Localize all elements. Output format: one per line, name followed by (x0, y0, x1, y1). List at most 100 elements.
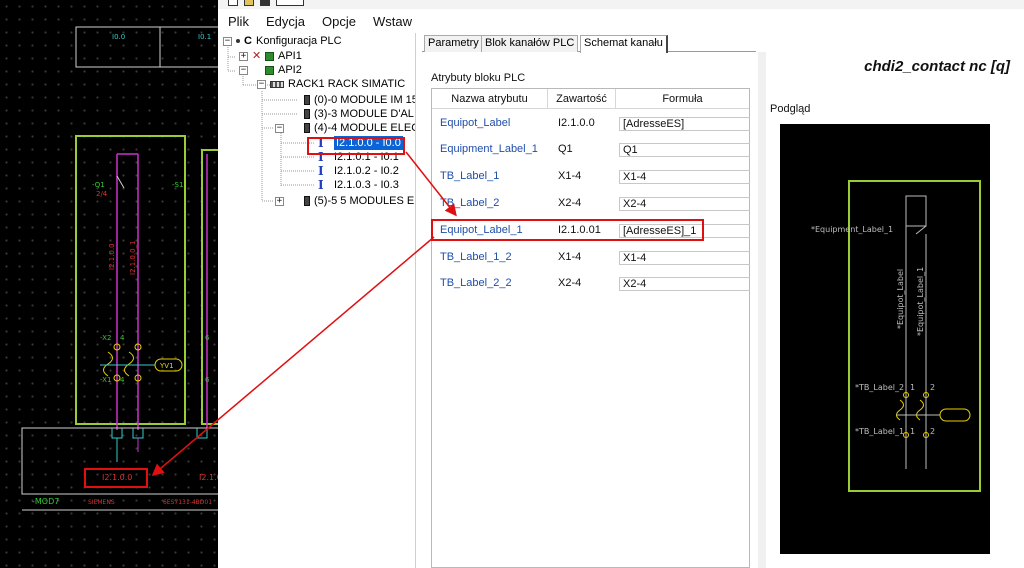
attribute-value: Q1 (558, 143, 573, 155)
tree-module-label: (4)-4 MODULE ELEC (314, 122, 416, 134)
cad-address-2: I2.1.0.1 (199, 473, 218, 482)
tree-module-label: (3)-3 MODULE D'AL (314, 108, 414, 120)
table-row[interactable]: TB_Label_1_2 X1-4 X1-4 (432, 245, 750, 269)
preview-bridge-1 (896, 399, 904, 421)
preview-tb1-label: *TB_Label_1 (855, 427, 904, 436)
collapse-icon[interactable]: − (223, 36, 232, 46)
cad-green-frame (75, 135, 186, 425)
module-icon (304, 123, 310, 133)
symbol-panel: chdi2_contact nc [q] Podgląd *Equipment_… (758, 52, 1024, 568)
attribute-formula-field[interactable]: [AdresseES] (619, 117, 750, 131)
table-row[interactable]: TB_Label_2 X2-4 X2-4 (432, 191, 750, 215)
attributes-table[interactable]: Nazwa atrybutu Zawartość Formuła Equipot… (431, 88, 750, 568)
attribute-value: I2.1.0.0 (558, 117, 595, 129)
tree-item-module-0[interactable]: (0)-0 MODULE IM 15 (304, 93, 416, 107)
new-file-icon[interactable] (228, 0, 238, 6)
expand-icon[interactable]: + (275, 196, 284, 206)
tab-schemat-kanalu[interactable]: Schemat kanału (580, 35, 668, 53)
preview-ellipse (939, 408, 971, 422)
tree-item-channel-1[interactable]: I I2.1.0.1 - I0.1 (318, 150, 399, 164)
attribute-value: I2.1.0.01 (558, 224, 601, 236)
table-row[interactable]: TB_Label_2_2 X2-4 X2-4 (432, 271, 750, 295)
tree-item-api1[interactable]: + ✕ API1 (239, 49, 302, 63)
cad-address: I2.1.0.0 (102, 473, 132, 482)
tree-item-channel-0[interactable]: I I2.1.0.0 - I0.0 (318, 136, 403, 150)
api-icon (265, 51, 274, 61)
toolbar-field-icon[interactable] (276, 0, 304, 6)
table-row[interactable]: Equipot_Label I2.1.0.0 [AdresseES] (432, 111, 750, 135)
cad-canvas[interactable]: I0.0 I0.1 -Q1 2/4 -S1 I2.1.0.0 I2.1.0.0_… (0, 0, 218, 568)
cad-x1-label: -X1 (100, 376, 111, 384)
preview-drawing: *Equipment_Label_1 *Equipot_Label *Equip… (811, 180, 981, 492)
table-row[interactable]: TB_Label_1 X1-4 X1-4 (432, 164, 750, 188)
cad-contact (116, 175, 125, 189)
column-header-value[interactable]: Zawartość (548, 89, 616, 109)
table-row[interactable]: Equipot_Label_1 I2.1.0.01 [AdresseES]_1 (432, 218, 750, 242)
attribute-name: Equipot_Label (440, 117, 511, 129)
menu-plik[interactable]: Plik (228, 14, 249, 29)
tree-module-label: (5)-5 5 MODULES E (314, 195, 415, 207)
tab-parametry[interactable]: Parametry (424, 35, 483, 52)
attribute-value: X1-4 (558, 170, 582, 182)
tree-module-label: (0)-0 MODULE IM 15 (314, 94, 416, 106)
collapse-icon[interactable]: − (257, 79, 266, 89)
preview-equipot-label: *Equipot_Label (896, 269, 905, 329)
api-icon (265, 65, 274, 75)
column-header-name[interactable]: Nazwa atrybutu (432, 89, 548, 109)
preview-node-1b: 1 (910, 427, 915, 436)
tree-item-module-5[interactable]: + (5)-5 5 MODULES E (275, 194, 414, 208)
tree-dot-icon (236, 39, 240, 43)
attribute-formula-field[interactable]: X2-4 (619, 277, 750, 291)
attributes-group-label: Atrybuty bloku PLC (431, 72, 526, 84)
cad-x1b-pin: 6 (205, 376, 210, 384)
save-icon[interactable] (260, 0, 270, 6)
module-icon (304, 95, 310, 105)
tree-root-label: Konfiguracja PLC (256, 35, 342, 47)
expand-icon[interactable]: + (239, 51, 248, 61)
tree-rack-label: RACK1 RACK SIMATIC (288, 78, 406, 90)
column-header-formula[interactable]: Formuła (616, 89, 749, 109)
collapse-icon[interactable]: − (239, 65, 248, 75)
tree-item-api2[interactable]: − API2 (239, 63, 302, 77)
plc-tree[interactable]: − C Konfiguracja PLC + ✕ API1 − API2 − R… (218, 33, 416, 568)
cad-q1-num: 2/4 (96, 190, 108, 198)
attribute-formula-field[interactable]: X2-4 (619, 197, 750, 211)
cad-header-right: I0.1 (198, 33, 211, 41)
cad-vendor: SIEMENS (88, 499, 115, 506)
disabled-x-icon: ✕ (252, 50, 262, 62)
tree-item-channel-3[interactable]: I I2.1.0.3 - I0.3 (318, 178, 399, 192)
attribute-formula-field[interactable]: Q1 (619, 143, 750, 157)
tree-item-module-4[interactable]: − (4)-4 MODULE ELEC (275, 121, 416, 135)
tree-item-rack[interactable]: − RACK1 RACK SIMATIC (257, 77, 405, 91)
tab-blok-kanalow[interactable]: Blok kanałów PLC (481, 35, 579, 52)
table-row[interactable]: Equipment_Label_1 Q1 Q1 (432, 137, 750, 161)
attribute-formula-field[interactable]: [AdresseES]_1 (619, 224, 750, 238)
menu-edycja[interactable]: Edycja (266, 14, 305, 29)
cad-mod-label: -MOD7 (32, 497, 59, 506)
open-folder-icon[interactable] (244, 0, 254, 6)
collapse-icon[interactable]: − (275, 123, 284, 133)
tree-channel-label: I2.1.0.3 - I0.3 (334, 179, 399, 191)
attribute-name: TB_Label_2 (440, 197, 500, 209)
attribute-value: X1-4 (558, 251, 582, 263)
attribute-formula-field[interactable]: X1-4 (619, 251, 750, 265)
cad-wire-number-2: I2.1.0.0_1 (129, 240, 137, 275)
cad-wire-number-1: I2.1.0.0 (108, 243, 116, 270)
attribute-formula-field[interactable]: X1-4 (619, 170, 750, 184)
attribute-name: TB_Label_2_2 (440, 277, 512, 289)
attribute-value: X2-4 (558, 277, 582, 289)
cad-bridge-1 (103, 351, 113, 377)
cad-x2-pin: 4 (120, 334, 125, 342)
digital-input-icon: I (318, 178, 324, 192)
tree-channel-label: I2.1.0.2 - I0.2 (334, 165, 399, 177)
cad-drawing: I0.0 I0.1 -Q1 2/4 -S1 I2.1.0.0 I2.1.0.0_… (21, 26, 218, 511)
attribute-name: Equipot_Label_1 (440, 224, 523, 236)
preview-equipot-1-label: *Equipot_Label_1 (916, 267, 925, 336)
tree-root[interactable]: − C Konfiguracja PLC (223, 34, 342, 48)
menu-wstaw[interactable]: Wstaw (373, 14, 412, 29)
title-bar (218, 0, 1024, 9)
cad-header-left: I0.0 (112, 33, 125, 41)
tree-item-module-3[interactable]: (3)-3 MODULE D'AL (304, 107, 414, 121)
tree-item-channel-2[interactable]: I I2.1.0.2 - I0.2 (318, 164, 399, 178)
menu-opcje[interactable]: Opcje (322, 14, 356, 29)
